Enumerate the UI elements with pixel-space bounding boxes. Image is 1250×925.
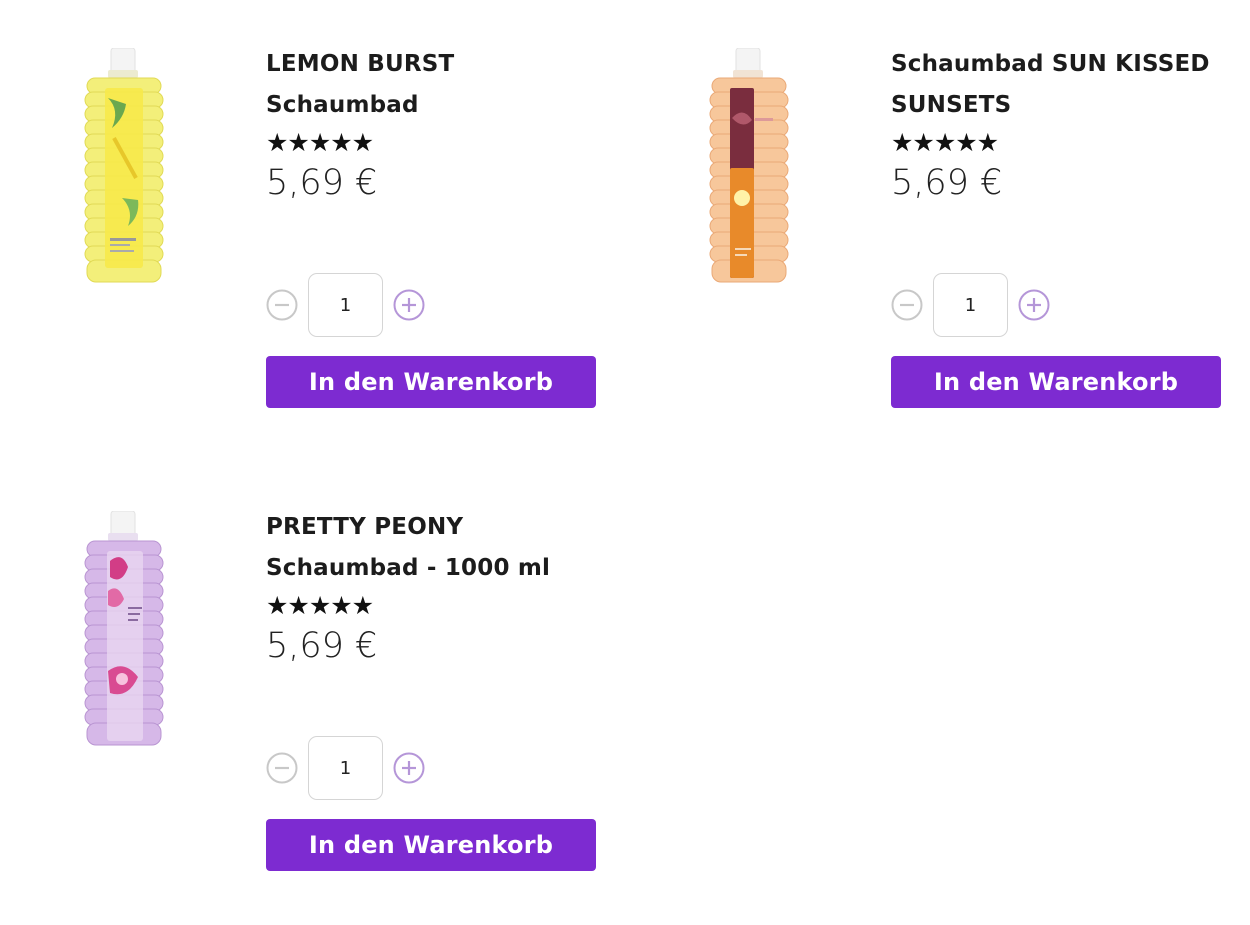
star-rating: ★★★★★ [891,128,999,157]
add-to-cart-button[interactable]: In den Warenkorb [266,819,596,871]
product-price: 5,69 € [266,626,378,666]
quantity-stepper [266,735,425,801]
plus-circle-icon[interactable] [393,289,425,321]
product-price: 5,69 € [266,163,378,203]
product-info: PRETTY PEONY Schaumbad - 1000 ml ★★★★★ 5… [266,507,616,666]
minus-circle-icon[interactable] [891,289,923,321]
quantity-stepper [891,272,1050,338]
quantity-input[interactable] [308,273,383,337]
product-card: PRETTY PEONY Schaumbad - 1000 ml ★★★★★ 5… [0,463,610,871]
add-to-cart-button[interactable]: In den Warenkorb [266,356,596,408]
minus-circle-icon[interactable] [266,289,298,321]
plus-circle-icon[interactable] [393,752,425,784]
add-to-cart-button[interactable]: In den Warenkorb [891,356,1221,408]
quantity-stepper [266,272,425,338]
star-rating: ★★★★★ [266,591,374,620]
product-name-line2[interactable]: SUNSETS [891,85,1241,126]
product-name-line1[interactable]: Schaumbad SUN KISSED [891,44,1241,85]
product-image[interactable] [78,511,170,751]
product-info: LEMON BURST Schaumbad ★★★★★ 5,69 € [266,44,616,203]
product-image[interactable] [78,48,170,288]
product-info: Schaumbad SUN KISSED SUNSETS ★★★★★ 5,69 … [891,44,1241,203]
product-price: 5,69 € [891,163,1003,203]
product-name-line1[interactable]: LEMON BURST [266,44,616,85]
star-rating: ★★★★★ [266,128,374,157]
product-name-line2[interactable]: Schaumbad - 1000 ml [266,548,616,589]
product-name-line2[interactable]: Schaumbad [266,85,616,126]
minus-circle-icon[interactable] [266,752,298,784]
quantity-input[interactable] [933,273,1008,337]
product-name-line1[interactable]: PRETTY PEONY [266,507,616,548]
product-image[interactable] [703,48,795,288]
product-card: LEMON BURST Schaumbad ★★★★★ 5,69 € In de… [0,0,610,408]
plus-circle-icon[interactable] [1018,289,1050,321]
quantity-input[interactable] [308,736,383,800]
product-card: Schaumbad SUN KISSED SUNSETS ★★★★★ 5,69 … [625,0,1235,408]
